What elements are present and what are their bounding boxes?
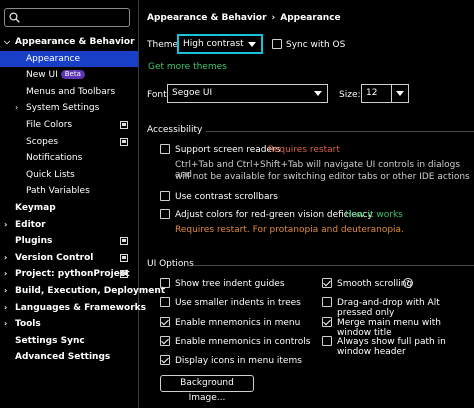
tree-item-menus-toolbars[interactable]: Menus and Toolbars [0, 84, 138, 101]
tree-item-plugins[interactable]: Plugins [0, 233, 138, 250]
support-screen-readers-checkbox[interactable] [160, 144, 170, 154]
support-screen-readers-label: Support screen readers [175, 145, 281, 155]
breadcrumb: Appearance & Behavior › Appearance [147, 13, 341, 23]
chevron-down-icon [391, 85, 408, 102]
menu-icons-label: Display icons in menu items [175, 356, 302, 366]
tree-indent-guides-label: Show tree indent guides [175, 279, 285, 289]
tree-item-notifications[interactable]: Notifications [0, 150, 138, 167]
ui-options-section-title: UI Options [147, 259, 194, 269]
chevron-right-icon: › [15, 103, 19, 113]
smooth-scrolling-checkbox[interactable] [322, 278, 332, 288]
drag-drop-alt-checkbox[interactable] [322, 297, 332, 307]
smooth-scrolling-label: Smooth scrolling [337, 279, 413, 289]
tree-item-build-execution[interactable]: › Build, Execution, Deployment [0, 283, 165, 300]
theme-label: Theme: [147, 40, 182, 50]
tree-item-keymap[interactable]: Keymap [0, 200, 138, 217]
tree-item-quick-lists[interactable]: Quick Lists [0, 167, 138, 184]
chevron-right-icon: › [4, 252, 8, 262]
mnemonics-controls-checkbox[interactable] [160, 336, 170, 346]
tree-item-appearance-behavior[interactable]: ⌵ Appearance & Behavior [0, 34, 138, 51]
color-deficiency-label: Adjust colors for red-green vision defic… [175, 210, 373, 220]
tree-item-advanced-settings[interactable]: Advanced Settings [0, 349, 138, 366]
screen-readers-description-line2: will not be available for switching edit… [175, 172, 470, 182]
sync-with-os-label: Sync with OS [286, 40, 346, 50]
beta-badge: Beta [60, 70, 85, 80]
chevron-down-icon [310, 85, 327, 102]
project-level-icon [120, 270, 128, 279]
contrast-scrollbars-checkbox[interactable] [160, 191, 170, 201]
chevron-right-icon: › [4, 285, 8, 295]
tree-item-settings-sync[interactable]: Settings Sync [0, 333, 138, 350]
tree-item-scopes[interactable]: Scopes [0, 134, 138, 151]
project-level-icon [120, 237, 128, 246]
merge-menu-title-checkbox[interactable] [322, 317, 332, 327]
tree-item-editor[interactable]: › Editor [0, 217, 138, 234]
background-image-button[interactable]: Background Image... [160, 375, 254, 403]
tree-item-appearance[interactable]: Appearance [0, 50, 138, 68]
smaller-indents-checkbox[interactable] [160, 297, 170, 307]
tree-item-version-control[interactable]: › Version Control [0, 250, 138, 267]
chevron-right-icon: › [4, 219, 8, 229]
color-deficiency-checkbox[interactable] [160, 209, 170, 219]
chevron-right-icon: › [4, 319, 8, 329]
tree-item-languages-frameworks[interactable]: › Languages & Frameworks [0, 300, 146, 317]
accessibility-section-title: Accessibility [147, 125, 203, 135]
mnemonics-menu-label: Enable mnemonics in menu [175, 318, 301, 328]
mnemonics-controls-label: Enable mnemonics in controls [175, 337, 311, 347]
project-level-icon [120, 253, 128, 262]
section-divider [194, 265, 474, 266]
tree-item-tools[interactable]: › Tools [0, 316, 138, 333]
chevron-down-icon [244, 36, 261, 53]
mnemonics-menu-checkbox[interactable] [160, 317, 170, 327]
menu-icons-checkbox[interactable] [160, 355, 170, 365]
how-it-works-link[interactable]: How it works [345, 210, 403, 220]
full-path-header-label: Always show full path in window header [337, 337, 446, 357]
section-divider [206, 131, 474, 132]
chevron-down-icon: ⌵ [4, 37, 11, 46]
tree-item-project[interactable]: › Project: pythonProject [0, 266, 138, 283]
font-size-label: Size: [339, 90, 361, 100]
chevron-right-icon: › [4, 302, 8, 312]
full-path-header-checkbox[interactable] [322, 336, 332, 346]
color-deficiency-note: Requires restart. For protanopia and deu… [175, 225, 404, 235]
settings-sidebar: ⌵ Appearance & Behavior Appearance New U… [0, 0, 165, 408]
tree-item-path-variables[interactable]: Path Variables [0, 183, 138, 200]
project-level-icon [120, 120, 128, 129]
smaller-indents-label: Use smaller indents in trees [175, 298, 301, 308]
sync-with-os-checkbox[interactable] [272, 39, 282, 49]
settings-search-input[interactable] [4, 8, 130, 27]
merge-menu-title-label: Merge main menu with window title [337, 318, 441, 338]
font-select[interactable]: Segoe UI [167, 84, 328, 103]
project-level-icon [120, 137, 128, 146]
help-icon[interactable]: ? [403, 278, 413, 288]
chevron-right-icon: › [4, 269, 8, 279]
tree-item-system-settings[interactable]: › System Settings [0, 100, 138, 117]
theme-select[interactable]: High contrast [177, 34, 263, 54]
settings-tree: ⌵ Appearance & Behavior Appearance New U… [0, 34, 165, 366]
font-size-select[interactable]: 12 [361, 84, 409, 103]
tree-item-file-colors[interactable]: File Colors [0, 117, 138, 134]
contrast-scrollbars-label: Use contrast scrollbars [175, 192, 278, 202]
tree-item-new-ui[interactable]: New UI Beta [0, 67, 138, 84]
drag-drop-alt-label: Drag-and-drop with Alt pressed only [337, 298, 440, 318]
get-more-themes-link[interactable]: Get more themes [148, 62, 227, 72]
search-icon [9, 12, 20, 23]
requires-restart-note: Requires restart [268, 145, 340, 155]
appearance-settings-panel: Appearance & Behavior › Appearance Theme: … [140, 0, 474, 408]
tree-indent-guides-checkbox[interactable] [160, 278, 170, 288]
